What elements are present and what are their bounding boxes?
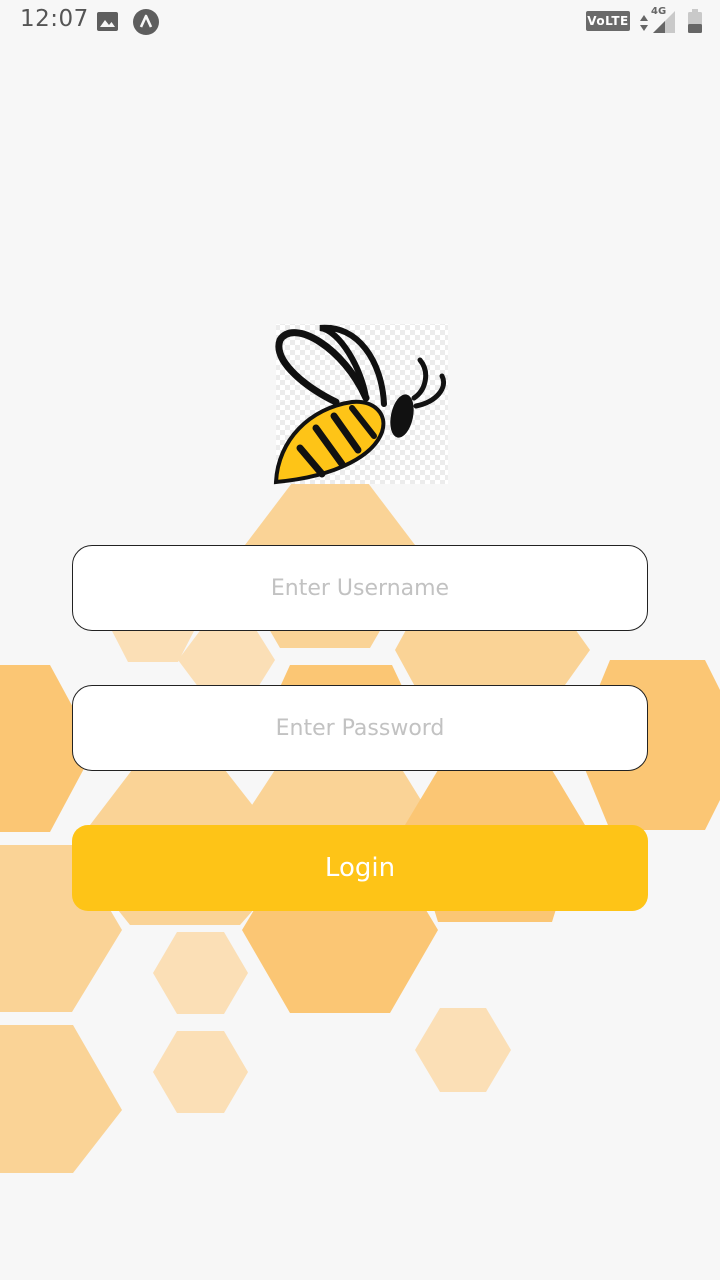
username-field[interactable]	[72, 545, 648, 631]
username-input[interactable]	[73, 546, 647, 630]
password-input[interactable]	[73, 686, 647, 770]
bee-logo	[273, 324, 448, 485]
honeycomb-background	[0, 483, 720, 1173]
password-field[interactable]	[72, 685, 648, 771]
login-button[interactable]: Login	[72, 825, 648, 911]
